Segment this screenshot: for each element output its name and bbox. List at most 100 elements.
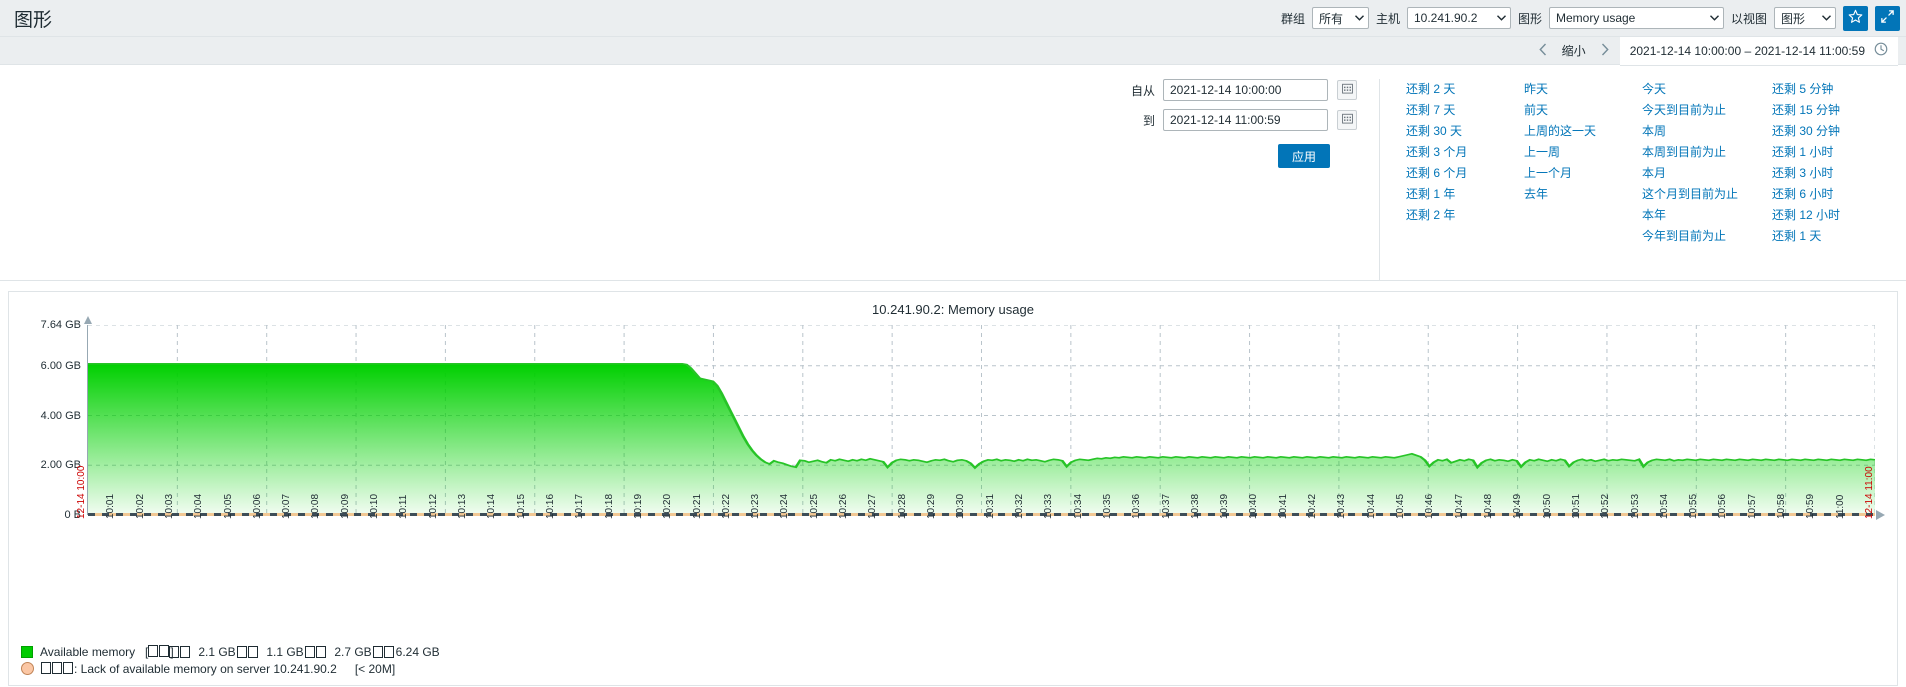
quick-range-link[interactable]: 今天 [1642, 79, 1772, 100]
quick-range-link[interactable]: 上一周 [1524, 142, 1642, 163]
quick-range-link[interactable]: 还剩 3 个月 [1406, 142, 1524, 163]
quick-range-link[interactable]: 今年到目前为止 [1642, 226, 1772, 247]
y-axis-tick-label: 6.00 GB [40, 359, 81, 372]
host-label: 主机 [1375, 11, 1400, 26]
x-axis-tick-label: 10:12 [427, 493, 439, 519]
graph-select[interactable]: Memory usage [1548, 7, 1724, 29]
chevron-down-icon [1702, 15, 1719, 21]
view-select[interactable]: 图形 [1774, 7, 1836, 29]
x-axis-tick-label: 10:05 [222, 493, 234, 519]
x-axis-tick-label: 10:02 [134, 493, 146, 519]
quick-range-link[interactable]: 这个月到目前为止 [1642, 184, 1772, 205]
quick-range-link[interactable]: 还剩 2 天 [1406, 79, 1524, 100]
quick-range-link[interactable]: 昨天 [1524, 79, 1642, 100]
plot-area: 0 B 2.00 GB 4.00 GB 6.00 GB 7.64 GB [41, 316, 1885, 521]
x-axis-tick-label: 10:11 [398, 494, 410, 519]
host-select[interactable]: 10.241.90.2 [1406, 7, 1511, 29]
x-axis-tick-label: 10:34 [1072, 493, 1084, 519]
quick-range-link[interactable]: 本月 [1642, 163, 1772, 184]
x-axis-tick-label: 10:01 [105, 493, 117, 519]
group-select[interactable]: 所有 [1311, 7, 1369, 29]
x-axis-tick-label: 11:00 [1834, 494, 1846, 519]
quick-range-link[interactable]: 还剩 6 小时 [1772, 184, 1890, 205]
plot-canvas[interactable] [84, 316, 1885, 520]
page-title: 图形 [14, 9, 53, 31]
quick-range-link[interactable]: 还剩 6 个月 [1406, 163, 1524, 184]
from-row: 自从 [1057, 79, 1357, 101]
expand-icon [1880, 9, 1895, 27]
quick-range-link[interactable]: 去年 [1524, 184, 1642, 205]
x-axis-tick-label: 10:21 [691, 493, 703, 519]
chart-title: 10.241.90.2: Memory usage [872, 302, 1034, 317]
quick-range-link[interactable]: 前天 [1524, 100, 1642, 121]
calendar-icon [1341, 113, 1353, 127]
quick-range-link[interactable]: 还剩 2 年 [1406, 205, 1524, 226]
apply-button[interactable]: 应用 [1277, 144, 1330, 168]
quick-range-link[interactable]: 还剩 1 年 [1406, 184, 1524, 205]
x-axis-labels: 12-14 10:00 10:01 10:02 10:03 10:04 10:05 10:0… [76, 466, 1875, 577]
time-prev-button[interactable] [1530, 39, 1556, 63]
graph-label: 图形 [1517, 11, 1542, 26]
group-label: 群组 [1280, 11, 1305, 26]
x-axis-tick-label: 10:17 [574, 493, 586, 519]
to-input[interactable] [1163, 109, 1328, 131]
x-axis-tick-label: 10:58 [1776, 493, 1788, 519]
time-range-selector[interactable]: 2021-12-14 10:00:00 – 2021-12-14 11:00:5… [1619, 35, 1898, 66]
quick-range-link[interactable]: 还剩 3 小时 [1772, 163, 1890, 184]
to-row: 到 [1057, 109, 1357, 131]
x-axis-tick-label: 10:24 [779, 493, 791, 519]
x-axis-tick-label: 10:57 [1746, 493, 1758, 519]
from-input[interactable] [1163, 79, 1328, 101]
chevron-down-icon [1814, 15, 1831, 21]
fullscreen-button[interactable] [1875, 5, 1900, 31]
quick-range-link[interactable]: 上一个月 [1524, 163, 1642, 184]
x-axis-tick-label: 10:50 [1541, 493, 1553, 519]
time-range-text: 2021-12-14 10:00:00 – 2021-12-14 11:00:5… [1629, 43, 1865, 58]
x-axis-tick-label: 10:14 [486, 493, 498, 519]
quick-range-link[interactable]: 本周到目前为止 [1642, 142, 1772, 163]
quick-range-link[interactable]: 还剩 7 天 [1406, 100, 1524, 121]
quick-range-link[interactable]: 本周 [1642, 121, 1772, 142]
chevron-left-icon [1539, 43, 1547, 59]
quick-range-link[interactable]: 还剩 1 天 [1772, 226, 1890, 247]
legend-row-trigger: : Lack of available memory on server 10.… [21, 660, 452, 677]
x-axis-tick-label: 10:46 [1424, 493, 1436, 519]
chart-svg [88, 325, 1875, 515]
time-next-button[interactable] [1592, 39, 1618, 63]
x-axis-tick-label: 10:39 [1219, 493, 1231, 519]
quick-range-link[interactable]: 还剩 30 分钟 [1772, 121, 1890, 142]
x-axis-tick-label: 10:51 [1570, 493, 1582, 519]
x-axis-tick-label: 10:45 [1395, 493, 1407, 519]
quick-range-link[interactable]: 本年 [1642, 205, 1772, 226]
quick-range-link[interactable]: 还剩 5 分钟 [1772, 79, 1890, 100]
legend-series-name: Available memory [40, 644, 136, 659]
trigger-color-dot [21, 662, 34, 675]
legend-stat-value: 2.7 GB [334, 644, 372, 659]
x-axis-tick-label: 10:26 [838, 493, 850, 519]
quick-range-link[interactable]: 还剩 15 分钟 [1772, 100, 1890, 121]
header-controls: 群组 所有 主机 10.241.90.2 图形 Memory usage 以视图… [1280, 5, 1900, 31]
zoom-out-button[interactable]: 缩小 [1558, 39, 1590, 63]
x-axis-tick-label: 10:18 [603, 493, 615, 519]
x-axis-tick-label: 10:56 [1717, 493, 1729, 519]
favorite-button[interactable] [1843, 5, 1868, 31]
x-axis-tick-label: 10:52 [1600, 493, 1612, 519]
legend-stat-value: 1.1 GB [266, 644, 304, 659]
x-axis-tick-label: 12-14 10:00 [76, 465, 87, 519]
quick-range-link[interactable]: 今天到目前为止 [1642, 100, 1772, 121]
quick-range-link[interactable]: 还剩 30 天 [1406, 121, 1524, 142]
quick-range-link[interactable]: 还剩 1 小时 [1772, 142, 1890, 163]
to-calendar-button[interactable] [1337, 110, 1357, 130]
quick-range-link[interactable]: 还剩 12 小时 [1772, 205, 1890, 226]
x-axis-tick-label: 10:31 [984, 493, 996, 519]
legend-stat-value: 2.1 GB [198, 644, 236, 659]
time-filter-panel: 自从 到 [0, 65, 1906, 281]
quick-range-link[interactable]: 上周的这一天 [1524, 121, 1642, 142]
legend-stat-values: 2.1 GB 1.1 GB 2.7 GB 6.24 GB [180, 645, 452, 659]
from-calendar-button[interactable] [1337, 80, 1357, 100]
chart-legend: Available memory [] 2.1 GB 1.1 GB 2.7 GB 6.… [21, 643, 452, 677]
x-axis-tick-label: 10:53 [1629, 493, 1641, 519]
x-axis-tick-label: 10:20 [662, 493, 674, 519]
x-axis-tick-label: 10:36 [1131, 493, 1143, 519]
x-axis-tick-label: 10:32 [1013, 493, 1025, 519]
